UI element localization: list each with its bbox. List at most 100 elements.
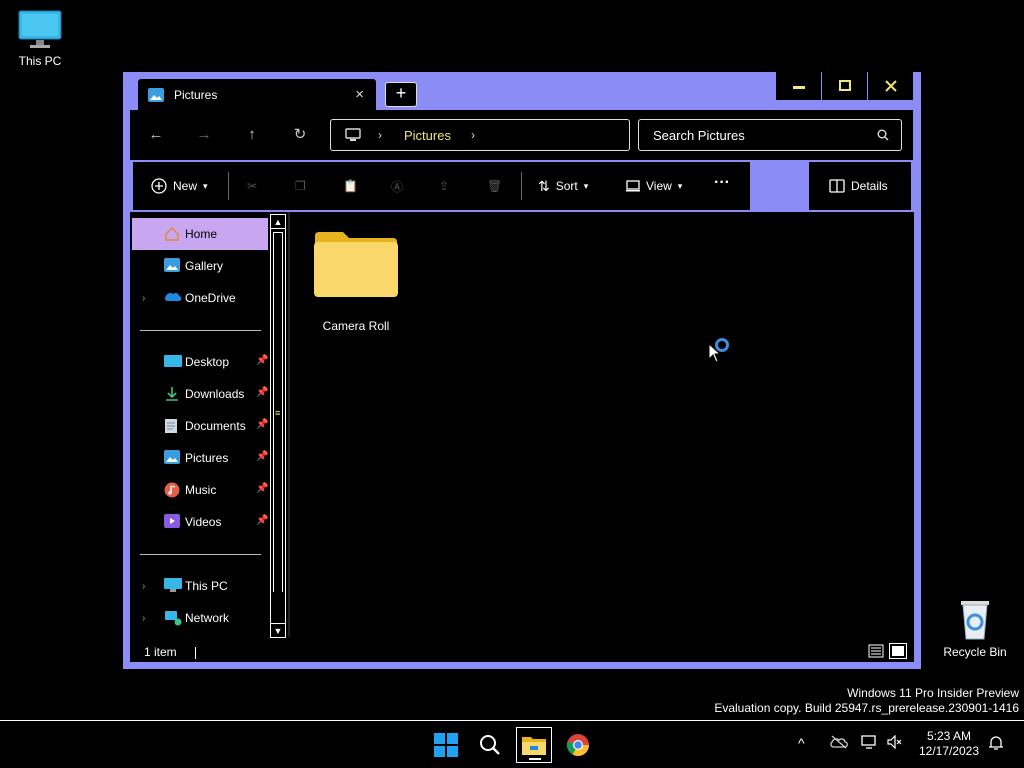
sidebar-item-network[interactable]: › Network xyxy=(132,602,268,634)
details-view-button[interactable] xyxy=(867,643,885,659)
search-input[interactable]: Search Pictures xyxy=(638,119,902,151)
watermark-line-2: Evaluation copy. Build 25947.rs_prerelea… xyxy=(714,701,1019,715)
sidebar-item-documents[interactable]: Documents 📌 xyxy=(132,410,268,442)
taskbar-chrome-button[interactable] xyxy=(560,727,596,763)
plus-circle-icon xyxy=(151,178,167,194)
start-button[interactable] xyxy=(428,727,464,763)
separator xyxy=(521,172,522,200)
details-pane-button[interactable]: Details xyxy=(809,162,911,210)
sidebar-item-videos[interactable]: Videos 📌 xyxy=(132,506,268,538)
sidebar-item-this-pc[interactable]: › This PC xyxy=(132,570,268,602)
pictures-icon xyxy=(148,88,164,102)
pictures-icon xyxy=(164,450,180,464)
sort-button[interactable]: ⇅ Sort ▾ xyxy=(538,176,588,196)
sidebar-item-desktop[interactable]: Desktop 📌 xyxy=(132,346,268,378)
chevron-down-icon: ▾ xyxy=(203,180,208,191)
videos-icon xyxy=(164,514,180,528)
home-icon xyxy=(165,226,179,241)
clock-date: 12/17/2023 xyxy=(918,744,980,758)
sidebar-item-label: Gallery xyxy=(185,259,224,273)
close-icon xyxy=(884,80,897,92)
back-arrow-icon[interactable]: ← xyxy=(144,124,168,148)
pin-icon: 📌 xyxy=(256,483,269,494)
tab-close-icon[interactable]: × xyxy=(355,86,364,103)
details-button[interactable]: Details xyxy=(829,176,888,196)
minimize-button[interactable] xyxy=(776,72,821,100)
this-pc-icon xyxy=(164,578,182,592)
status-bar: 1 item xyxy=(144,645,196,659)
tab-pictures[interactable]: Pictures × xyxy=(137,78,377,110)
new-button[interactable]: New ▾ xyxy=(151,176,208,196)
close-button[interactable] xyxy=(868,72,913,100)
expand-chevron-icon[interactable]: › xyxy=(142,613,145,624)
view-button[interactable]: View ▾ xyxy=(626,176,682,196)
taskbar-search-button[interactable] xyxy=(472,727,508,763)
new-tab-button[interactable]: + xyxy=(385,82,417,107)
pin-icon: 📌 xyxy=(256,451,269,462)
desktop-this-pc-icon[interactable]: This PC xyxy=(2,10,78,68)
chevron-down-icon: ▾ xyxy=(583,180,589,191)
navigation-pane: Home Gallery › OneDrive Desktop 📌 Downlo… xyxy=(130,212,270,637)
notification-bell-icon[interactable] xyxy=(988,735,1004,751)
separator xyxy=(228,172,229,200)
show-hidden-icons-chevron-icon[interactable]: ^ xyxy=(798,735,805,751)
rename-icon[interactable]: Ⓐ xyxy=(391,176,403,196)
expand-chevron-icon[interactable]: › xyxy=(142,581,145,592)
scroll-up-icon[interactable]: ▲ xyxy=(271,215,285,229)
taskbar-clock[interactable]: 5:23 AM 12/17/2023 xyxy=(916,729,982,759)
delete-icon[interactable]: 🗑 xyxy=(487,176,502,196)
sidebar-item-label: Documents xyxy=(185,419,246,433)
windows-logo-icon xyxy=(434,733,458,757)
sidebar-item-gallery[interactable]: Gallery xyxy=(132,250,268,282)
onedrive-sync-off-icon[interactable] xyxy=(830,735,848,749)
pane-splitter[interactable] xyxy=(288,212,290,637)
search-icon xyxy=(877,129,889,141)
expand-chevron-icon[interactable]: › xyxy=(142,293,145,304)
paste-icon[interactable]: 📋 xyxy=(343,176,358,196)
sidebar-item-label: Home xyxy=(185,227,218,241)
minimize-icon xyxy=(792,86,805,89)
address-bar[interactable]: › Pictures › xyxy=(330,119,630,151)
pin-icon: 📌 xyxy=(256,355,269,366)
sidebar-item-onedrive[interactable]: › OneDrive xyxy=(132,282,268,314)
breadcrumb-chevron-icon[interactable]: › xyxy=(471,128,475,142)
navigation-bar: ← → ↑ ↻ › Pictures › Search Pictures xyxy=(130,110,913,160)
refresh-icon[interactable]: ↻ xyxy=(288,124,312,148)
taskbar-file-explorer-button[interactable] xyxy=(516,727,552,763)
sidebar-item-music[interactable]: Music 📌 xyxy=(132,474,268,506)
volume-muted-icon[interactable] xyxy=(887,735,903,749)
up-arrow-icon[interactable]: ↑ xyxy=(240,124,264,148)
sidebar-item-label: OneDrive xyxy=(185,291,236,305)
desktop-recycle-bin-icon[interactable]: Recycle Bin xyxy=(937,597,1013,659)
file-item-folder[interactable]: Camera Roll xyxy=(313,230,399,333)
busy-spinner-icon xyxy=(715,338,729,352)
sidebar-item-pictures[interactable]: Pictures 📌 xyxy=(132,442,268,474)
sidebar-item-downloads[interactable]: Downloads 📌 xyxy=(132,378,268,410)
sidebar-divider xyxy=(140,554,261,555)
breadcrumb-pictures[interactable]: Pictures xyxy=(404,128,451,143)
forward-arrow-icon[interactable]: → xyxy=(192,124,216,148)
view-icon xyxy=(626,180,640,192)
scroll-down-icon[interactable]: ▼ xyxy=(271,623,285,637)
sidebar-item-home[interactable]: Home xyxy=(132,218,268,250)
desktop-this-pc-label: This PC xyxy=(18,54,62,68)
this-pc-breadcrumb-icon xyxy=(345,128,361,141)
recycle-bin-icon xyxy=(961,601,989,640)
evaluation-watermark: Windows 11 Pro Insider Preview Evaluatio… xyxy=(714,686,1019,716)
large-icons-view-button[interactable] xyxy=(889,643,907,659)
sidebar-item-label: Desktop xyxy=(185,355,230,369)
gallery-icon xyxy=(164,258,180,272)
maximize-button[interactable] xyxy=(822,72,867,100)
pin-icon: 📌 xyxy=(256,387,269,398)
network-status-icon[interactable] xyxy=(861,735,879,751)
cut-icon[interactable]: ✂ xyxy=(247,176,257,196)
share-icon[interactable]: ⇪ xyxy=(439,176,449,196)
breadcrumb-chevron-icon[interactable]: › xyxy=(378,128,382,142)
file-explorer-icon xyxy=(522,737,546,755)
navigation-pane-scrollbar[interactable]: ▲ ≡ ▼ xyxy=(270,214,286,638)
copy-icon[interactable]: ❐ xyxy=(295,176,306,196)
sidebar-item-label: Pictures xyxy=(185,451,229,465)
folder-label: Camera Roll xyxy=(322,319,390,333)
more-options-icon[interactable]: ··· xyxy=(714,173,730,193)
pin-icon: 📌 xyxy=(256,419,269,430)
